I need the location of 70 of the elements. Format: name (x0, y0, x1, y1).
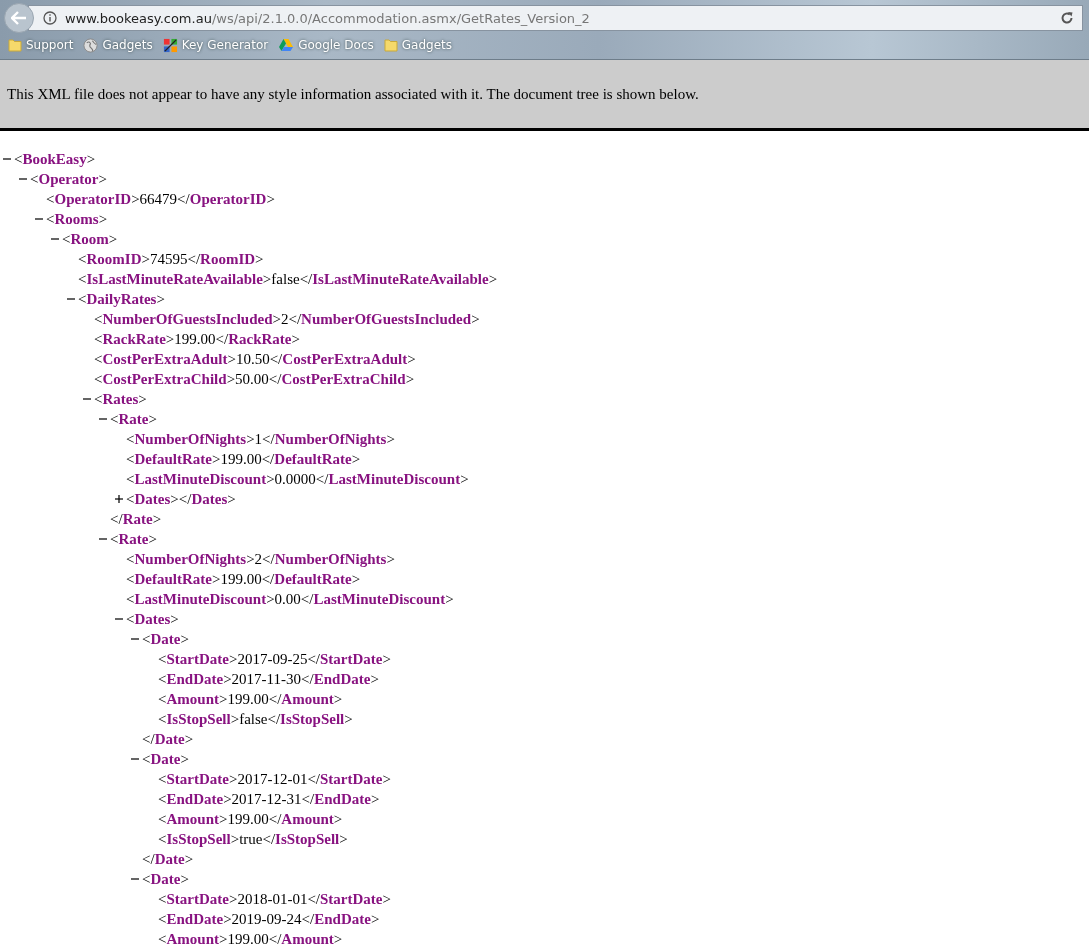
folder-icon (8, 38, 22, 52)
bookmark-link[interactable]: Support (8, 38, 74, 52)
xml-line: <EndDate>2017-12-31</EndDate> (158, 790, 380, 809)
xml-line: </Date> (142, 730, 194, 749)
notice-text: This XML file does not appear to have any style information associated with it. The document tree is shown below. (7, 85, 699, 103)
xml-line: <RackRate>199.00</RackRate> (94, 330, 300, 349)
xml-line: </Rate> (110, 510, 162, 529)
xml-line: <Amount>199.00</Amount> (158, 810, 343, 829)
xml-line: <CostPerExtraAdult>10.50</CostPerExtraAdult> (94, 350, 416, 369)
bookmark-link[interactable]: Gadgets (83, 37, 153, 53)
reload-icon[interactable] (1060, 11, 1074, 25)
xml-line: <Date> (142, 870, 189, 889)
xml-line: <IsLastMinuteRateAvailable>false</IsLastMinuteRateAvailable> (78, 270, 498, 289)
xml-line: <LastMinuteDiscount>0.00</LastMinuteDiscount> (126, 590, 454, 609)
xml-line: <EndDate>2017-11-30</EndDate> (158, 670, 379, 689)
collapse-toggle[interactable] (51, 235, 59, 243)
xml-line: <Rooms> (46, 210, 108, 229)
xml-line: <NumberOfGuestsIncluded>2</NumberOfGuestsIncluded> (94, 310, 480, 329)
xml-line: <Dates></Dates> (126, 490, 236, 509)
collapse-toggle[interactable] (99, 415, 107, 423)
xml-line: <Date> (142, 630, 189, 649)
collapse-toggle[interactable] (131, 755, 139, 763)
collapse-toggle[interactable] (83, 395, 91, 403)
xml-line: <Operator> (30, 170, 107, 189)
xml-line: <Dates> (126, 610, 179, 629)
xml-line: <EndDate>2019-09-24</EndDate> (158, 910, 380, 929)
xml-line: <Room> (62, 230, 118, 249)
xml-line: <Rate> (110, 410, 157, 429)
xml-line: <BookEasy> (14, 150, 96, 169)
collapse-toggle[interactable] (19, 175, 27, 183)
xml-line: <RoomID>74595</RoomID> (78, 250, 264, 269)
globe-icon (83, 37, 99, 53)
xml-line: <CostPerExtraChild>50.00</CostPerExtraChild> (94, 370, 415, 389)
xml-line: <IsStopSell>false</IsStopSell> (158, 710, 353, 729)
collapse-toggle[interactable] (131, 875, 139, 883)
xml-line: </Date> (142, 850, 194, 869)
bookmark-link[interactable]: Gadgets (383, 38, 452, 52)
collapse-toggle[interactable] (35, 215, 43, 223)
bookmark-link[interactable]: Google Docs (278, 38, 374, 52)
xml-line: <Amount>199.00</Amount> (158, 690, 343, 709)
xml-line: <NumberOfNights>2</NumberOfNights> (126, 550, 395, 569)
xml-line: <DailyRates> (78, 290, 165, 309)
expand-toggle[interactable] (115, 495, 123, 503)
xml-line: <DefaultRate>199.00</DefaultRate> (126, 570, 361, 589)
bookmark-link[interactable]: Key Generator (162, 37, 269, 53)
xml-line: <Amount>199.00</Amount> (158, 930, 343, 944)
xml-line: <IsStopSell>true</IsStopSell> (158, 830, 348, 849)
xml-line: <StartDate>2018-01-01</StartDate> (158, 890, 391, 909)
xml-line: <OperatorID>66479</OperatorID> (46, 190, 275, 209)
xml-line: <Rate> (110, 530, 157, 549)
address-bar[interactable]: www.bookeasy.com.au/ws/api/2.1.0.0/Accommodation.asmx/GetRates_Version_2 (28, 5, 1083, 31)
xml-line: <DefaultRate>199.00</DefaultRate> (126, 450, 361, 469)
back-button[interactable] (4, 3, 34, 33)
back-arrow-icon (11, 11, 27, 25)
address-text: www.bookeasy.com.au/ws/api/2.1.0.0/Accommodation.asmx/GetRates_Version_2 (65, 10, 591, 26)
xml-line: <StartDate>2017-12-01</StartDate> (158, 770, 391, 789)
collapse-toggle[interactable] (131, 635, 139, 643)
collapse-toggle[interactable] (99, 535, 107, 543)
collapse-toggle[interactable] (115, 615, 123, 623)
collapse-toggle[interactable] (67, 295, 75, 303)
collapse-toggle[interactable] (3, 155, 11, 163)
xml-line: <LastMinuteDiscount>0.0000</LastMinuteDiscount> (126, 470, 469, 489)
xml-line: <NumberOfNights>1</NumberOfNights> (126, 430, 395, 449)
xml-line: <Rates> (94, 390, 147, 409)
xml-line: <Date> (142, 750, 189, 769)
triangle-icon (278, 38, 295, 52)
grid-icon (162, 37, 178, 53)
folder-icon (383, 38, 398, 52)
xml-line: <StartDate>2017-09-25</StartDate> (158, 650, 391, 669)
info-icon[interactable] (43, 11, 57, 25)
